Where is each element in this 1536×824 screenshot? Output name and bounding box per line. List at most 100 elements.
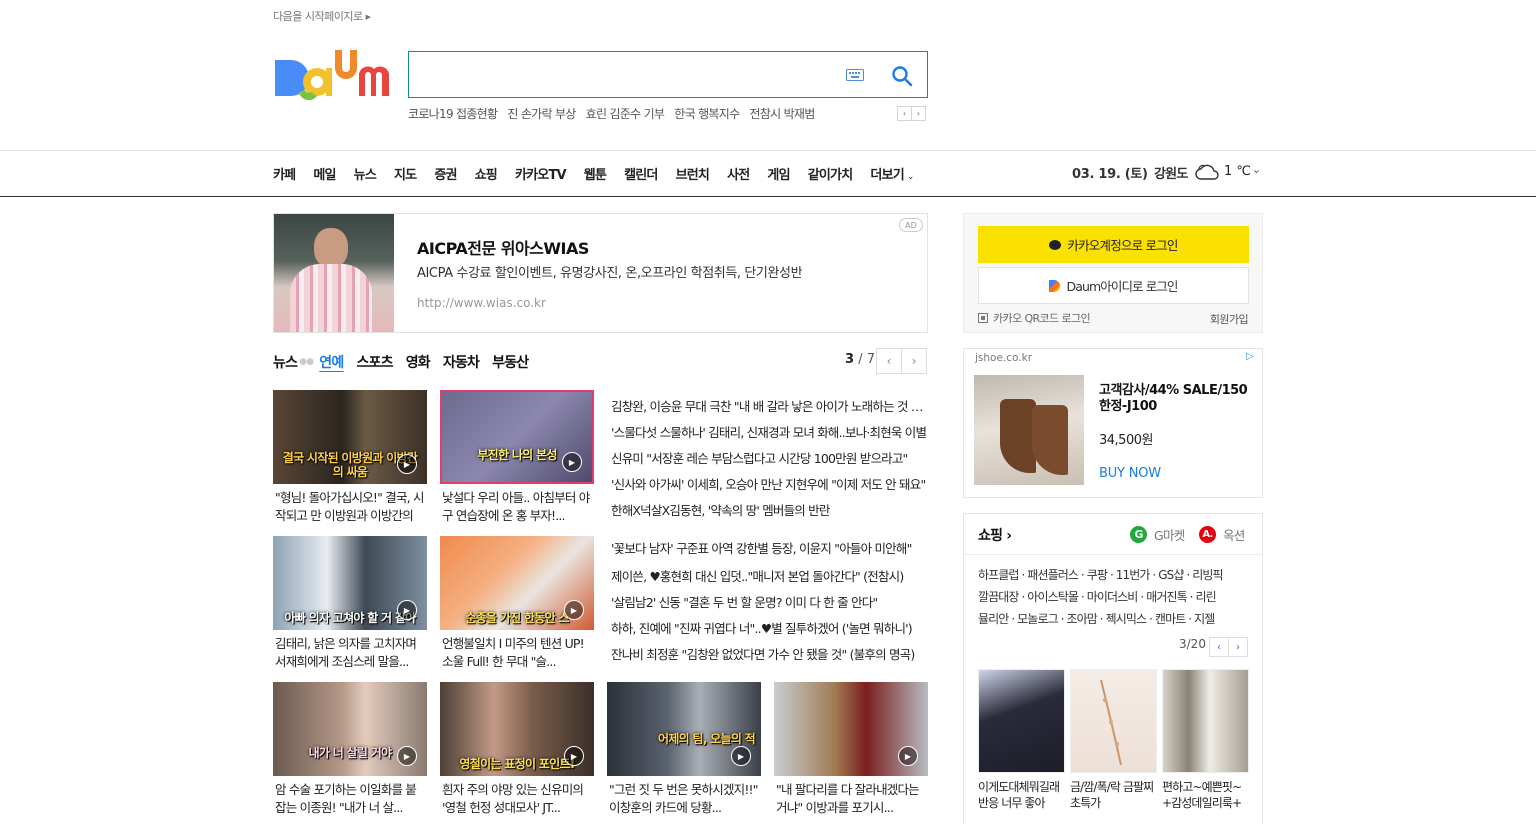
product-card[interactable]: 금/깜/폭/락 금팔찌 초특가: [1070, 669, 1157, 811]
tab-movie[interactable]: 영화: [406, 352, 431, 372]
weather-expand-icon[interactable]: ⌄: [1252, 163, 1261, 176]
gnb-item-brunch[interactable]: 브런치: [676, 164, 710, 183]
news-thumbnail[interactable]: 어제의 팀, 오늘의 적 ▶: [607, 682, 761, 776]
ad-url[interactable]: http://www.wias.co.kr: [417, 296, 546, 310]
gnb-more-button[interactable]: 더보기 ⌄: [870, 164, 914, 183]
search-input[interactable]: [419, 62, 839, 88]
auction-icon: A.: [1199, 526, 1216, 543]
side-ad[interactable]: jshoe.co.kr ▷ 고객감사/44% SALE/150 한정-J100 …: [963, 348, 1263, 498]
shopping-link-row[interactable]: 뮬리안 · 모놀로그 · 조아맘 · 젝시믹스 · 캔마트 · 지젤: [978, 608, 1252, 630]
headline-link[interactable]: '스물다섯 스물하나' 김태리, 신재경과 모녀 화해..보나·최현욱 이별: [611, 422, 928, 441]
news-prev-button[interactable]: ‹: [876, 348, 902, 374]
weather-region[interactable]: 강원도: [1154, 163, 1188, 182]
qr-login-link[interactable]: 카카오 QR코드 로그인: [978, 310, 1091, 326]
news-card[interactable]: 아빠 의자 고쳐야 할 거 같아 ▶ 김태리, 낡은 의자를 고치자며 서재희에…: [273, 536, 427, 671]
ad-image[interactable]: [274, 214, 394, 332]
news-thumbnail[interactable]: 결국 시작된 이방원과 이방간의 싸움 ▶: [273, 390, 427, 484]
trending-keyword[interactable]: 한국 행복지수: [674, 105, 740, 123]
headline-link[interactable]: 신유미 "서장훈 레슨 부담스럽다고 시간당 100만원 받으라고": [611, 448, 928, 467]
ad-badge: AD: [899, 218, 923, 232]
news-thumbnail[interactable]: 영철이는 표정이 포인트! ▶: [440, 682, 594, 776]
chevron-right-icon: ›: [911, 354, 917, 368]
news-thumbnail[interactable]: 아빠 의자 고쳐야 할 거 같아 ▶: [273, 536, 427, 630]
shopping-link-row[interactable]: 하프클럽 · 패션플러스 · 쿠팡 · 11번가 · GS샵 · 리빙픽: [978, 564, 1252, 586]
headline-link[interactable]: 제이쓴, ♥홍현희 대신 입덧.."매니저 본업 돌아간다" (전참시): [611, 566, 928, 585]
news-card[interactable]: 내가 너 살릴 거야 ▶ 암 수술 포기하는 이일화를 붙잡는 이종원! "내가…: [273, 682, 427, 817]
trending-keyword[interactable]: 진 손가락 부상: [507, 105, 576, 123]
keyboard-icon[interactable]: [846, 69, 864, 81]
ad-description[interactable]: AICPA 수강료 할인이벤트, 유명강사진, 온,오프라인 학점취득, 단기완…: [417, 262, 803, 281]
gnb-item-together[interactable]: 같이가치: [808, 164, 853, 183]
tab-car[interactable]: 자동차: [443, 352, 480, 372]
ad-product-image[interactable]: [974, 375, 1084, 485]
gnb-item-game[interactable]: 게임: [767, 164, 790, 183]
headline-link[interactable]: 하하, 진예에 "진짜 귀엽다 너"..♥별 질투하겠어 ('놀면 뭐하니'): [611, 618, 928, 637]
login-box: 카카오계정으로 로그인 Daum아이디로 로그인 카카오 QR코드 로그인 회원…: [963, 213, 1263, 333]
trending-keyword[interactable]: 전참시 박재범: [749, 105, 815, 123]
signup-link[interactable]: 회원가입: [1210, 311, 1249, 327]
gnb-item-news[interactable]: 뉴스: [354, 164, 377, 183]
product-image[interactable]: [978, 669, 1065, 773]
shopping-next-button[interactable]: ›: [1228, 637, 1248, 657]
gmarket-link[interactable]: G G마켓: [1130, 525, 1185, 544]
trending-keyword[interactable]: 효린 김준수 기부: [586, 105, 665, 123]
trending-prev-button[interactable]: ‹: [897, 106, 912, 121]
headline-link[interactable]: '살림남2' 신동 "결혼 두 번 할 운명? 이미 다 한 줄 안다": [611, 592, 928, 611]
tab-entertainment[interactable]: 연예: [319, 352, 344, 372]
news-thumbnail[interactable]: 내가 너 살릴 거야 ▶: [273, 682, 427, 776]
news-card[interactable]: 영철이는 표정이 포인트! ▶ 흰자 주의 야망 있는 신유미의 '영철 헌정 …: [440, 682, 594, 817]
gnb-item-webtoon[interactable]: 웹툰: [584, 164, 607, 183]
gnb-item-cafe[interactable]: 카페: [273, 164, 296, 183]
news-next-button[interactable]: ›: [901, 348, 927, 374]
news-card[interactable]: 어제의 팀, 오늘의 적 ▶ "그런 짓 두 번은 못하시겠지!!" 이창훈의 …: [607, 682, 761, 817]
headline-link[interactable]: '신사와 아가씨' 이세희, 오승아 만난 지현우에 "이제 저도 안 돼요": [611, 474, 928, 493]
gnb-item-stock[interactable]: 증권: [434, 164, 457, 183]
trending-next-button[interactable]: ›: [911, 106, 926, 121]
trending-keyword[interactable]: 코로나19 접종현황: [408, 105, 498, 123]
adchoices-icon[interactable]: ▷: [1246, 351, 1258, 363]
kakao-talk-icon: [1049, 239, 1062, 250]
ad-title[interactable]: AICPA전문 위아스WIAS: [417, 235, 589, 259]
gnb-item-calendar[interactable]: 캘린더: [624, 164, 658, 183]
shopping-pager: 3/20: [1179, 637, 1206, 651]
buy-now-link[interactable]: BUY NOW: [1099, 466, 1161, 481]
shopping-link-row[interactable]: 깔끔대장 · 아이스탁몰 · 마이더스비 · 매거진톡 · 리린: [978, 586, 1252, 608]
news-thumbnail[interactable]: ▶: [774, 682, 928, 776]
news-card[interactable]: ▶ "내 팔다리를 다 잘라내겠다는 거냐" 이방과를 포기시...: [774, 682, 928, 817]
product-card[interactable]: 편하고~예쁜핏~ +감성데일리룩+: [1162, 669, 1249, 811]
gnb-item-kakaotv[interactable]: 카카오TV: [515, 164, 567, 183]
ad-source[interactable]: jshoe.co.kr: [975, 352, 1032, 364]
gnb-item-shopping[interactable]: 쇼핑: [475, 164, 498, 183]
news-thumbnail[interactable]: 순종을 가진 한동안 스 ▶: [440, 536, 594, 630]
headline-link[interactable]: 김창완, 이승윤 무대 극찬 "내 배 갈라 낳은 아이가 노래하는 것 같아": [611, 396, 928, 415]
gnb-item-dictionary[interactable]: 사전: [727, 164, 750, 183]
news-card[interactable]: 부진한 나의 본성 ▶ 낯설다 우리 아들.. 아침부터 야구 연습장에 온 홍…: [440, 390, 594, 525]
daum-logo[interactable]: [273, 48, 391, 101]
product-image[interactable]: [1162, 669, 1249, 773]
auction-link[interactable]: A. 옥션: [1199, 525, 1245, 544]
product-card[interactable]: 이게도대체뭐길래 반응 너무 좋아: [978, 669, 1065, 811]
set-start-page-link[interactable]: 다음을 시작페이지로 ▶: [273, 8, 371, 24]
news-card[interactable]: 결국 시작된 이방원과 이방간의 싸움 ▶ "형님! 돌아가십시오!" 결국, …: [273, 390, 427, 525]
product-image[interactable]: [1070, 669, 1157, 773]
daum-login-button[interactable]: Daum아이디로 로그인: [978, 267, 1249, 304]
tab-news[interactable]: 뉴스: [273, 352, 298, 372]
news-card[interactable]: 순종을 가진 한동안 스 ▶ 언행불일치 I 미주의 텐션 UP! 소울 Ful…: [440, 536, 594, 671]
shopping-prev-button[interactable]: ‹: [1209, 637, 1229, 657]
shopping-title[interactable]: 쇼핑 ›: [978, 525, 1012, 545]
ad-banner[interactable]: AICPA전문 위아스WIAS AICPA 수강료 할인이벤트, 유명강사진, …: [273, 213, 928, 333]
news-pager-nav: ‹ ›: [876, 348, 927, 374]
news-thumbnail[interactable]: 부진한 나의 본성 ▶: [440, 390, 594, 484]
kakao-login-button[interactable]: 카카오계정으로 로그인: [978, 226, 1249, 263]
chevron-left-icon: ‹: [902, 109, 907, 118]
headline-link[interactable]: 잔나비 최정훈 "김창완 없었다면 가수 안 됐을 것" (불후의 명곡): [611, 644, 928, 663]
search-icon[interactable]: [891, 65, 913, 87]
gnb-item-map[interactable]: 지도: [394, 164, 417, 183]
tab-realestate[interactable]: 부동산: [492, 352, 529, 372]
tab-sports[interactable]: 스포츠: [356, 352, 393, 372]
headline-link[interactable]: 한해X넉살X김동현, '약속의 땅' 멤버들의 반란: [611, 500, 928, 519]
gnb-item-mail[interactable]: 메일: [313, 164, 336, 183]
dots-separator-icon: ●●: [299, 357, 314, 367]
ad-product-title[interactable]: 고객감사/44% SALE/150 한정-J100: [1099, 383, 1262, 415]
headline-link[interactable]: '꽃보다 남자' 구준표 아역 강한별 등장, 이윤지 "아들아 미안해": [611, 538, 928, 557]
